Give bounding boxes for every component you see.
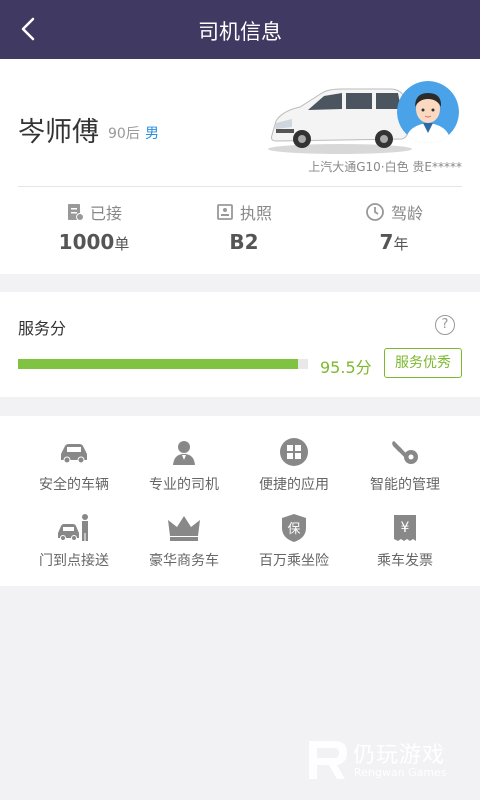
stat-orders-unit: 单	[114, 235, 130, 253]
feature-safe-vehicle[interactable]: 安全的车辆	[19, 436, 129, 494]
stat-orders-value: 1000	[58, 230, 115, 254]
watermark-title: 仍玩游戏	[353, 743, 446, 768]
service-score-title: 服务分	[18, 319, 67, 338]
features-panel: 安全的车辆 专业的司机 便捷的应用 智能的管理 门到点接送 豪华商务车 保 百万…	[0, 416, 480, 586]
feature-label: 门到点接送	[39, 553, 109, 569]
car-icon	[61, 444, 87, 464]
header-bar: 司机信息	[0, 0, 480, 59]
score-progress-bar	[18, 359, 308, 369]
app-grid-icon	[280, 438, 308, 466]
vehicle-image	[268, 88, 412, 154]
driver-avatar	[397, 81, 459, 143]
crown-icon	[168, 516, 200, 541]
svg-text:¥: ¥	[401, 520, 410, 536]
invoice-icon: ¥	[394, 515, 416, 541]
feature-pro-driver[interactable]: 专业的司机	[129, 436, 239, 494]
stat-experience-label: 驾龄	[390, 204, 423, 223]
feature-label: 豪华商务车	[149, 553, 219, 569]
stat-license-label: 执照	[239, 204, 272, 223]
svg-text:保: 保	[287, 522, 300, 537]
vehicle-info: 上汽大通G10·白色 贵E*****	[308, 160, 462, 174]
driver-name: 岑师傅	[18, 117, 99, 148]
stat-experience-unit: 年	[393, 235, 409, 253]
feature-label: 智能的管理	[370, 477, 440, 493]
stat-orders: 已接 1000单	[14, 200, 174, 254]
shield-insurance-icon: 保	[282, 514, 306, 542]
feature-convenient-app[interactable]: 便捷的应用	[239, 436, 349, 494]
score-value: 95.5分	[320, 358, 372, 377]
stat-orders-label: 已接	[89, 204, 122, 223]
help-icon[interactable]: ?	[435, 315, 455, 335]
score-progress-fill	[18, 359, 298, 369]
stat-license: 执照 B2	[164, 200, 324, 254]
feature-smart-management[interactable]: 智能的管理	[350, 436, 460, 494]
stat-license-value: B2	[229, 230, 259, 254]
feature-door-to-door[interactable]: 门到点接送	[19, 512, 129, 570]
divider	[18, 186, 462, 187]
feature-label: 乘车发票	[377, 553, 433, 569]
service-badge: 服务优秀	[384, 348, 462, 378]
feature-label: 安全的车辆	[39, 477, 109, 493]
feature-luxury-car[interactable]: 豪华商务车	[129, 512, 239, 570]
order-doc-icon	[67, 204, 84, 221]
clock-icon	[366, 203, 384, 221]
driver-age-group: 90后	[108, 126, 140, 142]
service-score-card: 服务分 ? 95.5分 服务优秀	[0, 292, 480, 397]
feature-label: 专业的司机	[149, 477, 219, 493]
watermark-subtitle: Rengwan Games	[354, 766, 447, 779]
stat-experience-value: 7	[379, 230, 394, 254]
driver-person-icon	[173, 441, 195, 465]
feature-label: 便捷的应用	[259, 477, 329, 493]
feature-invoice[interactable]: ¥ 乘车发票	[350, 512, 460, 570]
feature-insurance[interactable]: 保 百万乘坐险	[239, 512, 349, 570]
driver-profile-card: 岑师傅 90后 男 上汽大通G10·白色 贵E***** 已接 1000单 执照…	[0, 59, 480, 274]
stat-experience: 驾龄 7年	[314, 200, 474, 254]
wrench-gear-icon	[392, 441, 418, 464]
driver-gender: 男	[145, 126, 159, 142]
car-person-icon	[58, 514, 88, 541]
feature-label: 百万乘坐险	[259, 553, 329, 569]
license-icon	[217, 204, 233, 220]
page-title: 司机信息	[198, 20, 282, 44]
